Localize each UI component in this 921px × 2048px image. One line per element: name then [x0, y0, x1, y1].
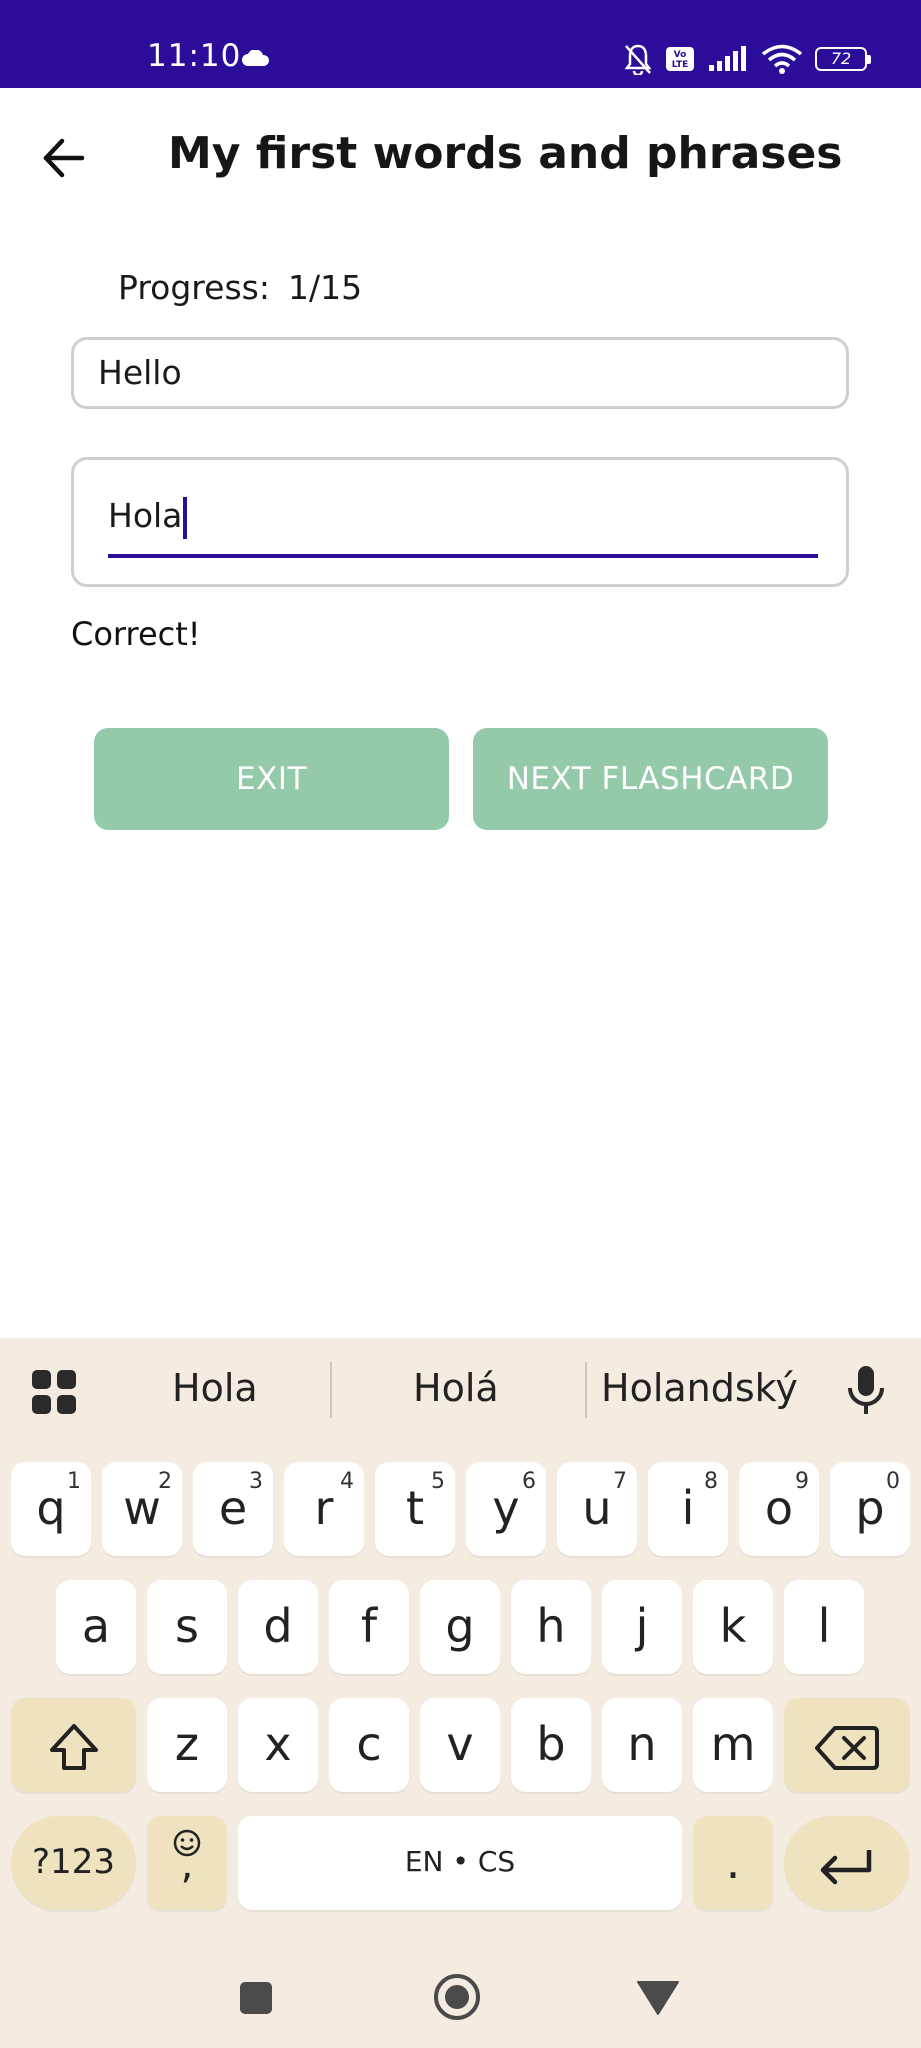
- key-label: p: [855, 1481, 885, 1535]
- back-arrow-icon[interactable]: [36, 128, 96, 188]
- key-k[interactable]: k: [693, 1580, 773, 1674]
- key-r[interactable]: r4: [284, 1462, 364, 1556]
- backspace-icon: [815, 1725, 879, 1770]
- comma-label: ,: [180, 1842, 194, 1888]
- prompt-word-field: Hello: [71, 337, 849, 409]
- enter-icon: [820, 1849, 872, 1884]
- key-u[interactable]: u7: [557, 1462, 637, 1556]
- key-f[interactable]: f: [329, 1580, 409, 1674]
- progress-label: Progress:: [118, 268, 270, 307]
- key-p[interactable]: p0: [830, 1462, 910, 1556]
- key-hint: 1: [67, 1469, 81, 1494]
- key-label: u: [582, 1481, 612, 1535]
- wifi-icon: [761, 44, 803, 74]
- shift-icon: [49, 1723, 98, 1770]
- text-cursor: [183, 496, 188, 539]
- key-v[interactable]: v: [420, 1698, 500, 1792]
- key-label: i: [681, 1481, 695, 1535]
- key-label: e: [218, 1481, 248, 1535]
- exit-button[interactable]: EXIT: [94, 728, 449, 830]
- backspace-key[interactable]: [784, 1698, 910, 1792]
- suggestion-2[interactable]: Holá: [413, 1366, 499, 1410]
- period-key[interactable]: .: [693, 1816, 773, 1910]
- back-triangle-icon[interactable]: [636, 1980, 680, 2016]
- key-s[interactable]: s: [147, 1580, 227, 1674]
- key-hint: 6: [522, 1469, 536, 1494]
- key-label: w: [123, 1481, 161, 1535]
- system-nav-bar: [0, 1946, 921, 2048]
- key-t[interactable]: t5: [375, 1462, 455, 1556]
- answer-input-text[interactable]: Hola: [108, 496, 188, 539]
- symbols-key[interactable]: ?123: [11, 1816, 136, 1910]
- signal-icon: [709, 46, 746, 71]
- key-j[interactable]: j: [602, 1580, 682, 1674]
- key-label: q: [36, 1481, 66, 1535]
- bell-muted-icon: [624, 44, 652, 75]
- key-z[interactable]: z: [147, 1698, 227, 1792]
- key-a[interactable]: a: [56, 1580, 136, 1674]
- suggestion-divider: [585, 1362, 587, 1418]
- status-bar: 11:10 Vo LTE 72: [0, 0, 921, 88]
- app-bar: My first words and phrases: [0, 88, 921, 228]
- key-h[interactable]: h: [511, 1580, 591, 1674]
- key-o[interactable]: o9: [739, 1462, 819, 1556]
- answer-input[interactable]: Hola: [71, 457, 849, 587]
- suggestion-bar: Hola Holá Holandský: [0, 1338, 921, 1444]
- input-underline: [108, 554, 818, 558]
- svg-text:LTE: LTE: [672, 60, 689, 70]
- key-b[interactable]: b: [511, 1698, 591, 1792]
- enter-key[interactable]: [784, 1816, 910, 1910]
- shift-key[interactable]: [11, 1698, 136, 1792]
- suggestion-divider: [330, 1362, 332, 1418]
- key-hint: 3: [249, 1469, 263, 1494]
- key-hint: 4: [340, 1469, 354, 1494]
- key-label: o: [764, 1481, 794, 1535]
- key-hint: 5: [431, 1469, 445, 1494]
- cloud-icon: [242, 50, 270, 66]
- key-n[interactable]: n: [602, 1698, 682, 1792]
- suggestion-3[interactable]: Holandský: [601, 1366, 798, 1410]
- next-flashcard-button[interactable]: NEXT FLASHCARD: [473, 728, 828, 830]
- key-y[interactable]: y6: [466, 1462, 546, 1556]
- key-hint: 2: [158, 1469, 172, 1494]
- key-label: t: [405, 1481, 425, 1535]
- suggestion-1[interactable]: Hola: [172, 1366, 258, 1410]
- home-icon[interactable]: [432, 1972, 482, 2022]
- answer-value: Hola: [108, 496, 183, 535]
- key-m[interactable]: m: [693, 1698, 773, 1792]
- space-bar[interactable]: EN • CS: [238, 1816, 682, 1910]
- key-hint: 0: [886, 1469, 900, 1494]
- key-hint: 9: [795, 1469, 809, 1494]
- key-q[interactable]: q1: [11, 1462, 91, 1556]
- key-d[interactable]: d: [238, 1580, 318, 1674]
- key-w[interactable]: w2: [102, 1462, 182, 1556]
- keyboard-apps-grid-icon[interactable]: [30, 1368, 78, 1416]
- key-hint: 8: [704, 1469, 718, 1494]
- progress-indicator: Progress: 1/15: [118, 268, 362, 307]
- status-time: 11:10: [147, 38, 242, 74]
- on-screen-keyboard: Hola Holá Holandský q1 w2 e3 r4 t5 y6 u7…: [0, 1338, 921, 2048]
- recents-icon[interactable]: [238, 1980, 274, 2016]
- progress-value: 1/15: [287, 268, 363, 307]
- microphone-icon[interactable]: [842, 1364, 890, 1416]
- key-x[interactable]: x: [238, 1698, 318, 1792]
- key-l[interactable]: l: [784, 1580, 864, 1674]
- key-hint: 7: [613, 1469, 627, 1494]
- emoji-comma-key[interactable]: ,: [147, 1816, 227, 1910]
- svg-text:Vo: Vo: [674, 50, 687, 60]
- key-i[interactable]: i8: [648, 1462, 728, 1556]
- volte-icon: Vo LTE: [666, 47, 694, 71]
- key-c[interactable]: c: [329, 1698, 409, 1792]
- key-label: r: [314, 1481, 334, 1535]
- feedback-message: Correct!: [71, 615, 201, 653]
- key-g[interactable]: g: [420, 1580, 500, 1674]
- battery-icon: 72: [815, 47, 871, 71]
- page-title: My first words and phrases: [168, 128, 843, 179]
- key-label: y: [492, 1481, 520, 1535]
- key-e[interactable]: e3: [193, 1462, 273, 1556]
